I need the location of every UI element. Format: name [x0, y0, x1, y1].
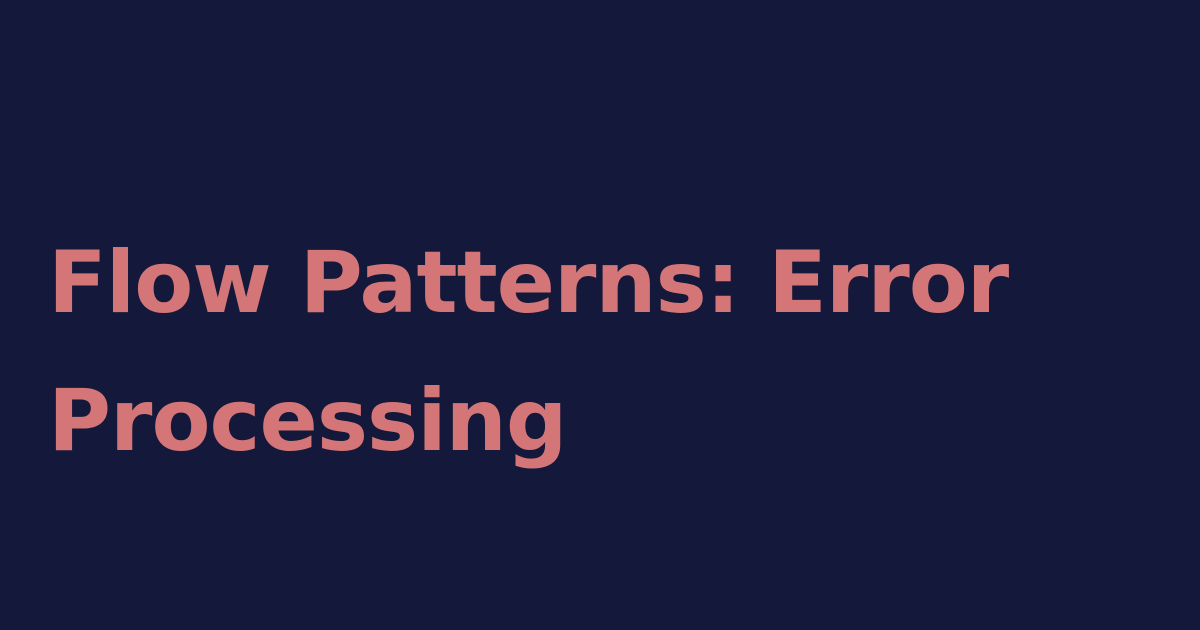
title-line-2: Processing	[48, 371, 567, 471]
page-title: Flow Patterns: Error Processing	[48, 214, 1048, 490]
title-line-1: Flow Patterns: Error	[48, 233, 1009, 333]
social-card: Flow Patterns: Error Processing	[0, 0, 1200, 630]
